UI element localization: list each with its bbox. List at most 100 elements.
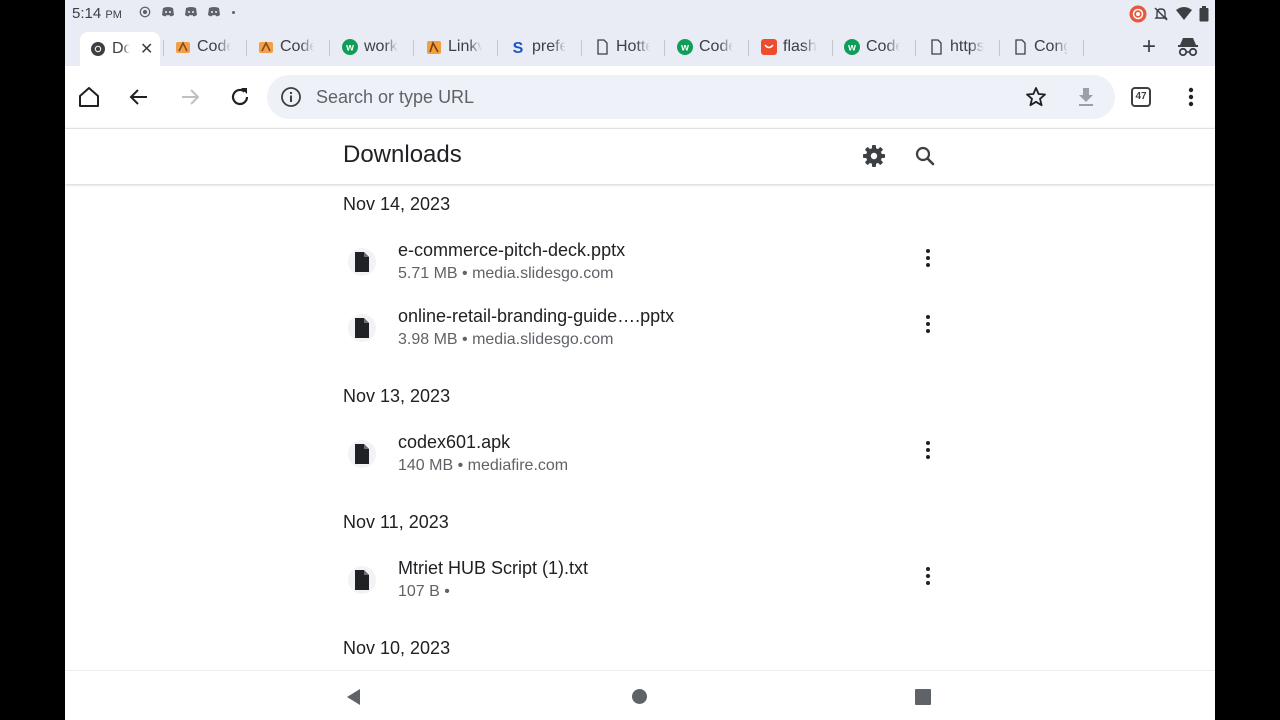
more-vert-icon[interactable] [918, 310, 938, 338]
bezel-left [0, 0, 65, 720]
codex-icon [176, 41, 190, 53]
reload-icon [231, 88, 249, 106]
mute-icon [1154, 7, 1168, 21]
download-item[interactable]: codex601.apk 140 MB • mediafire.com [65, 432, 1215, 492]
gear-icon[interactable] [862, 144, 886, 168]
tab-label: prefer [532, 38, 566, 55]
tab-label: Linkvertise [448, 38, 482, 55]
info-icon[interactable] [280, 86, 302, 108]
file-name[interactable]: codex601.apk [398, 432, 510, 453]
download-item[interactable]: e-commerce-pitch-deck.pptx 5.71 MB • med… [65, 240, 1215, 300]
new-tab-button[interactable]: + [1136, 34, 1162, 60]
battery-icon [1199, 6, 1209, 22]
more-vert-icon[interactable] [1181, 85, 1201, 109]
tab-codex-1[interactable]: CodeX [175, 34, 231, 60]
dot-icon [232, 10, 235, 14]
more-vert-icon[interactable] [918, 436, 938, 464]
search-icon[interactable] [913, 144, 937, 168]
reload-button[interactable] [226, 83, 254, 111]
tab-codex-3[interactable]: w CodeX [677, 34, 733, 60]
tab-divider [832, 40, 833, 56]
tab-label: CodeX [866, 38, 900, 55]
incognito-icon[interactable] [1175, 34, 1201, 60]
file-meta: 3.98 MB • media.slidesgo.com [398, 331, 614, 348]
tab-https[interactable]: https [928, 34, 984, 60]
download-item[interactable]: Mtriet HUB Script (1).txt 107 B • [65, 558, 1215, 618]
file-meta: 107 B • [398, 583, 450, 600]
tab-close-button[interactable]: ✕ [140, 39, 153, 59]
svg-text:w: w [847, 43, 856, 54]
nav-back-icon[interactable] [345, 688, 363, 706]
download-item[interactable]: online-retail-branding-guide….pptx 3.98 … [65, 306, 1215, 366]
tab-divider [1083, 40, 1084, 56]
bezel-right [1215, 0, 1280, 720]
tab-codex-2[interactable]: CodeX [258, 34, 314, 60]
screen-record-icon [1129, 5, 1147, 23]
tab-label: Downloads [112, 40, 130, 57]
tab-divider [748, 40, 749, 56]
more-vert-icon[interactable] [918, 244, 938, 272]
home-button[interactable] [75, 83, 103, 111]
tab-divider [497, 40, 498, 56]
date-header: Nov 14, 2023 [343, 194, 451, 214]
svg-text:w: w [680, 43, 689, 54]
omnibox[interactable]: Search or type URL [267, 75, 1115, 119]
status-system-icons [1129, 5, 1209, 23]
linkvertise-icon [427, 41, 441, 54]
file-icon [348, 248, 376, 276]
nav-home-icon[interactable] [632, 689, 647, 704]
s-blue-icon: S [513, 40, 524, 55]
tab-label: CodeX [699, 38, 733, 55]
tab-codex-4[interactable]: w CodeX [844, 34, 900, 60]
w-green-icon: w [342, 39, 358, 55]
forward-button[interactable] [176, 83, 204, 111]
status-bar: 5:14 PM [65, 0, 1215, 28]
discord-icon [208, 7, 220, 17]
tab-label: CodeX [197, 38, 231, 55]
tab-congr[interactable]: Congr [1012, 34, 1068, 60]
tab-switcher-button[interactable]: 47 [1131, 87, 1151, 107]
page-icon [597, 39, 608, 55]
status-notification-icons [138, 6, 235, 18]
record-icon [139, 6, 151, 18]
tab-divider [915, 40, 916, 56]
more-vert-icon[interactable] [918, 562, 938, 590]
wifi-icon [1176, 7, 1192, 20]
file-name[interactable]: online-retail-branding-guide….pptx [398, 306, 674, 327]
tab-divider [581, 40, 582, 56]
codex-icon [259, 41, 273, 53]
tab-strip: Downloads ✕ CodeX CodeX w work Linkverti… [65, 28, 1215, 66]
page-icon [1015, 39, 1026, 55]
tab-prefer[interactable]: S prefer [510, 34, 566, 60]
tab-divider [163, 40, 164, 56]
tab-divider [664, 40, 665, 56]
chrome-icon [91, 42, 105, 56]
tab-work[interactable]: w work [342, 34, 398, 60]
tab-downloads[interactable]: Downloads ✕ [80, 32, 160, 66]
orange-icon [761, 39, 777, 55]
file-name[interactable]: Mtriet HUB Script (1).txt [398, 558, 588, 579]
omnibox-placeholder[interactable]: Search or type URL [316, 87, 474, 108]
tab-label: CodeX [280, 38, 314, 55]
tab-label: Congr [1034, 38, 1068, 55]
downloads-header: Downloads [65, 128, 1215, 184]
tab-linkvertise[interactable]: Linkvertise [426, 34, 482, 60]
downloads-list: Nov 14, 2023 e-commerce-pitch-deck.pptx … [65, 185, 1215, 670]
arrow-left-icon [129, 89, 147, 105]
back-button[interactable] [125, 83, 153, 111]
tab-label: flash [783, 38, 817, 55]
date-header: Nov 13, 2023 [343, 386, 451, 406]
tab-divider [413, 40, 414, 56]
nav-recents-icon[interactable] [915, 689, 931, 705]
tab-divider [329, 40, 330, 56]
date-header: Nov 10, 2023 [343, 638, 451, 658]
date-header: Nov 11, 2023 [343, 512, 449, 532]
tab-hotte[interactable]: Hotte [594, 34, 650, 60]
file-name[interactable]: e-commerce-pitch-deck.pptx [398, 240, 625, 261]
file-icon [348, 566, 376, 594]
system-nav-bar [65, 670, 1215, 720]
tab-flash[interactable]: flash [761, 34, 817, 60]
download-icon[interactable] [1075, 85, 1097, 109]
star-icon[interactable] [1025, 86, 1047, 108]
file-meta: 5.71 MB • media.slidesgo.com [398, 265, 614, 282]
